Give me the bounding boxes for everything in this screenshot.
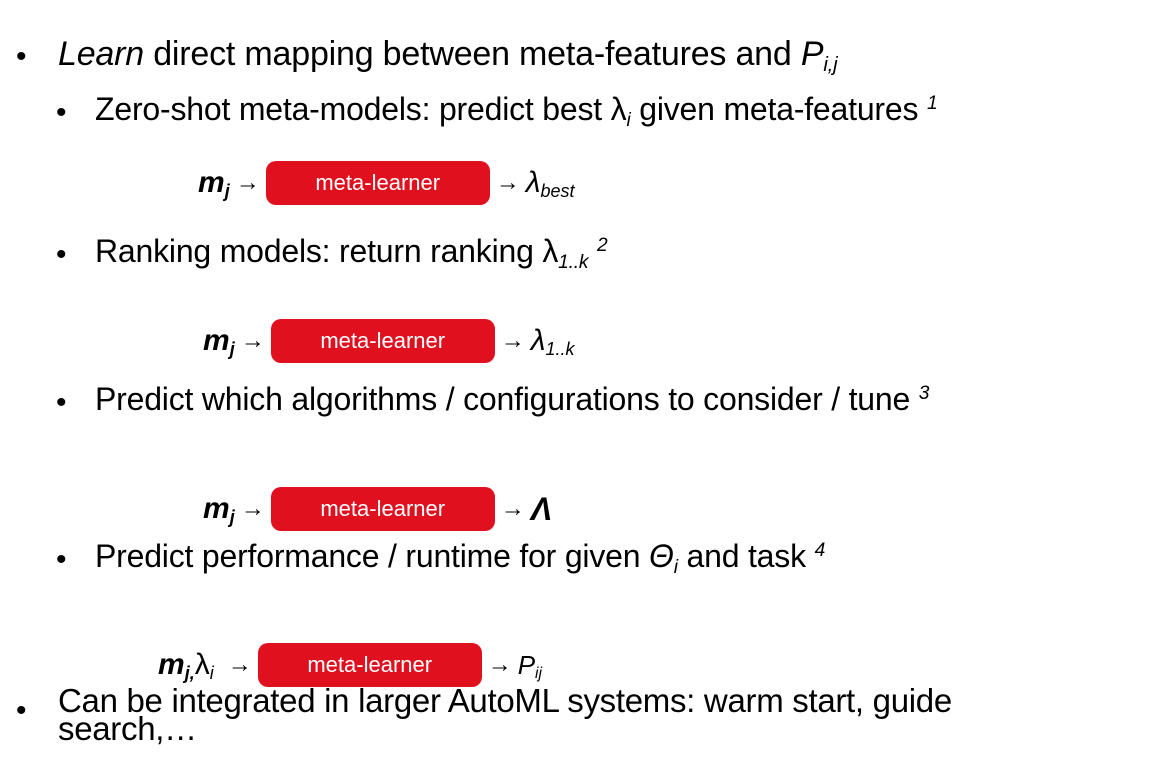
sub: j: [229, 339, 235, 360]
text: m: [203, 492, 230, 525]
sub-ij: i,j: [823, 54, 838, 77]
subbullet-predict-algorithms: Predict which algorithms / configuration…: [95, 380, 929, 418]
text: λ: [194, 648, 210, 681]
text: λ: [525, 166, 541, 199]
text: Predict performance / runtime for given: [95, 538, 650, 574]
text: given meta-features: [630, 91, 927, 127]
bullet-marker: •: [56, 543, 67, 576]
subbullet-ranking: Ranking models: return ranking λ1..k 2: [95, 232, 608, 273]
sub: best: [540, 181, 575, 202]
text: Ranking models: return ranking λ: [95, 233, 559, 269]
arrow-right-icon: →: [240, 495, 265, 522]
input-mj: mj,: [158, 648, 195, 682]
footnote-1: 1: [926, 93, 938, 115]
arrow-right-icon: →: [487, 651, 512, 678]
bullet-marker: •: [56, 386, 67, 419]
arrow-right-icon: →: [500, 495, 525, 522]
arrow-right-icon: →: [240, 327, 265, 354]
bullet-automl: Can be integrated in larger AutoML syste…: [58, 684, 952, 747]
text: m: [203, 324, 230, 357]
bullet-marker: •: [56, 238, 67, 271]
var-p: P: [800, 35, 824, 73]
sub: i: [626, 109, 631, 131]
subbullet-predict-performance: Predict performance / runtime for given …: [95, 537, 826, 578]
sub: i: [673, 556, 678, 578]
var-theta: Θ: [649, 538, 674, 574]
diagram-ranking: mj → meta-learner → λ1..k: [203, 318, 574, 364]
output-big-lambda: Λ: [530, 490, 553, 527]
bullet-automl-line2: search,…: [58, 710, 197, 747]
text: and task: [677, 538, 815, 574]
sub: j,: [184, 663, 195, 684]
text: m: [198, 166, 225, 199]
sub: j: [229, 507, 235, 528]
input-mj: mj: [198, 166, 230, 200]
diagram-zero-shot: mj → meta-learner → λbest: [198, 160, 575, 206]
input-mj: mj: [203, 324, 235, 358]
sub: 1..k: [558, 251, 589, 273]
bullet-marker: •: [16, 40, 27, 73]
diagram-algorithms: mj → meta-learner → Λ: [203, 486, 552, 532]
arrow-right-icon: →: [500, 327, 525, 354]
bullet-learn-mapping: Learn direct mapping between meta-featur…: [58, 34, 838, 77]
subbullet-zero-shot: Zero-shot meta-models: predict best λi g…: [95, 90, 938, 131]
text: P: [517, 649, 536, 680]
sub: 1..k: [545, 339, 575, 360]
sub: j: [224, 181, 230, 202]
text: m: [158, 648, 185, 681]
sub: ij: [535, 665, 542, 683]
sub: i: [209, 663, 214, 684]
footnote-4: 4: [814, 540, 826, 562]
arrow-right-icon: →: [495, 169, 520, 196]
arrow-right-icon: →: [235, 169, 260, 196]
meta-learner-box: meta-learner: [257, 643, 482, 687]
input-mj: mj: [203, 492, 235, 526]
bullet-marker: •: [56, 96, 67, 129]
output-lambda-1k: λ1..k: [531, 324, 575, 358]
footnote-3: 3: [918, 383, 930, 405]
meta-learner-box: meta-learner: [270, 319, 495, 363]
meta-learner-box: meta-learner: [270, 487, 495, 531]
text: Zero-shot meta-models: predict best λ: [95, 91, 627, 127]
output-lambda-best: λbest: [526, 166, 575, 200]
text: λ: [530, 324, 546, 357]
meta-learner-box: meta-learner: [265, 161, 490, 205]
bullet-marker: •: [16, 694, 27, 727]
input-lambda-i: λi: [195, 648, 214, 682]
text: Predict which algorithms / configuration…: [95, 381, 919, 417]
text: direct mapping between meta-features and: [143, 35, 801, 73]
emphasis-learn: Learn: [58, 35, 144, 73]
output-pij: Pij: [517, 649, 542, 683]
footnote-2: 2: [597, 235, 608, 257]
arrow-right-icon: →: [227, 651, 252, 678]
